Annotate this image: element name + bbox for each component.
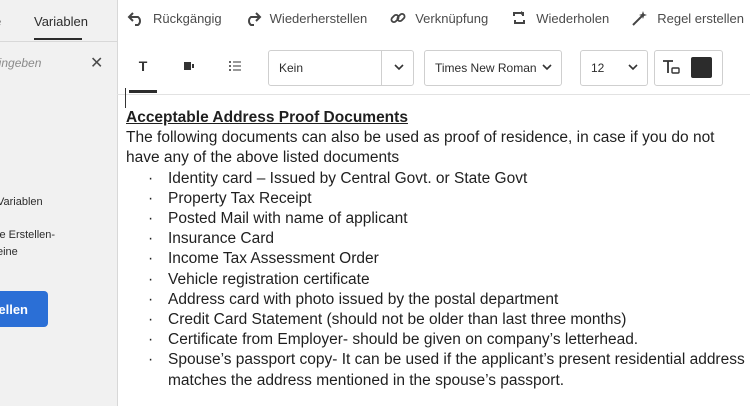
paragraph-icon[interactable] (177, 54, 201, 78)
list-item: · Property Tax Receipt (126, 189, 750, 209)
active-format-indicator (129, 90, 157, 93)
bullet-marker: · (148, 169, 154, 187)
list-item-continuation: matches the address mentioned in the spo… (126, 371, 750, 391)
wand-icon (631, 9, 649, 27)
bullet-marker: · (148, 290, 154, 308)
create-rule-button[interactable]: Regel erstellen (631, 9, 744, 27)
repeat-label: Wiederholen (536, 10, 610, 26)
sidebar-text-1: Variablen (0, 196, 43, 208)
link-button[interactable]: Verknüpfung (389, 9, 488, 27)
bullet-marker: · (148, 189, 154, 207)
list-item-text: Posted Mail with name of applicant (168, 210, 408, 228)
divider (0, 41, 117, 42)
color-swatch[interactable] (691, 57, 712, 78)
redo-label: Wiederherstellen (269, 10, 368, 26)
redo-button[interactable]: Wiederherstellen (244, 9, 368, 27)
list-item: · Address card with photo issued by the p… (126, 290, 750, 310)
sidebar-text-3: eine (0, 246, 18, 258)
redo-icon (244, 9, 262, 27)
list-item: · Insurance Card (126, 229, 750, 249)
list-item-text: Identity card – Issued by Central Govt. … (168, 169, 528, 187)
list-item: · Certificate from Employer- should be gi… (126, 330, 750, 350)
list-item: · Identity card – Issued by Central Govt.… (126, 169, 750, 189)
select-divider (381, 51, 382, 85)
create-rule-label: Regel erstellen (657, 10, 744, 26)
list-item-text: Address card with photo issued by the po… (168, 290, 559, 308)
text-cursor (125, 88, 126, 108)
chevron-down-icon (541, 61, 553, 76)
document-body[interactable]: Acceptable Address Proof Documents The f… (126, 108, 750, 391)
document-title: Acceptable Address Proof Documents (126, 109, 408, 126)
bullet-marker: · (148, 270, 154, 288)
link-label: Verknüpfung (415, 10, 489, 26)
font-size-value: 12 (591, 61, 605, 75)
list-item-text: matches the address mentioned in the spo… (168, 371, 565, 389)
bullet-marker: · (148, 331, 154, 349)
list-item: · Posted Mail with name of applicant (126, 209, 750, 229)
bullet-marker: · (148, 250, 154, 268)
undo-label: Rückgängig (153, 10, 222, 26)
paragraph-style-value: Kein (279, 61, 304, 75)
undo-icon (127, 9, 145, 27)
repeat-icon (510, 9, 528, 27)
format-toolbar: T Kein Times New Roman 12 (117, 42, 750, 95)
paragraph-style-select[interactable]: Kein (268, 50, 414, 86)
bullet-list: · Identity card – Issued by Central Govt.… (126, 169, 750, 391)
search-input[interactable]: eingeben (0, 56, 41, 70)
list-item-text: Spouse’s passport copy- It can be used i… (168, 351, 745, 369)
close-icon[interactable]: ✕ (90, 53, 103, 73)
undo-button[interactable]: Rückgängig (127, 9, 222, 27)
list-item-text: Vehicle registration certificate (168, 270, 370, 288)
bullet-marker: · (148, 351, 154, 369)
list-item: · Income Tax Assessment Order (126, 249, 750, 269)
list-item-text: Property Tax Receipt (168, 189, 312, 207)
bullet-marker: · (148, 311, 154, 329)
list-item-text: Certificate from Employer- should be giv… (168, 331, 639, 349)
list-item-text: Credit Card Statement (should not be old… (168, 311, 627, 329)
list-icon[interactable] (223, 54, 247, 78)
top-toolbar: Rückgängig Wiederherstellen Verknüpfung … (117, 0, 750, 36)
create-button[interactable]: ellen (0, 291, 48, 327)
bullet-marker: · (148, 210, 154, 228)
bullet-marker: · (148, 230, 154, 248)
list-item: · Vehicle registration certificate (126, 270, 750, 290)
list-item-text: Income Tax Assessment Order (168, 250, 379, 268)
repeat-button[interactable]: Wiederholen (510, 9, 609, 27)
link-icon (389, 9, 407, 27)
left-panel: e Variablen eingeben ✕ Variablen ie Erst… (0, 0, 118, 406)
tab-first[interactable]: e (0, 14, 1, 29)
active-tab-indicator (34, 38, 82, 40)
text-format-icon[interactable]: T (131, 54, 155, 78)
list-item-text: Insurance Card (168, 230, 274, 248)
list-item: · Credit Card Statement (should not be ol… (126, 310, 750, 330)
tab-variablen[interactable]: Variablen (34, 14, 88, 29)
font-select[interactable]: Times New Roman (424, 50, 562, 86)
chevron-down-icon (627, 61, 639, 76)
font-size-select[interactable]: 12 (580, 50, 648, 86)
sidebar-text-2: ie Erstellen- (0, 229, 56, 241)
document-intro: The following documents can also be used… (126, 129, 715, 167)
text-color-icon (659, 56, 683, 80)
chevron-down-icon (393, 61, 405, 76)
font-value: Times New Roman (435, 61, 537, 75)
list-item: · Spouse’s passport copy- It can be used … (126, 350, 750, 370)
